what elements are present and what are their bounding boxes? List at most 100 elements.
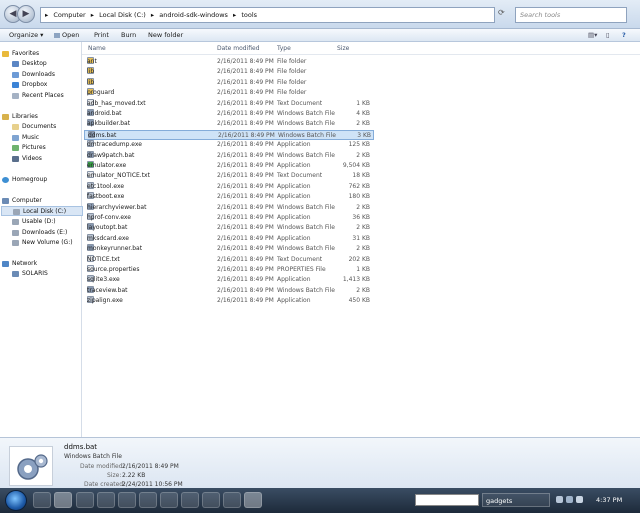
file-row[interactable]: dmtracedump.exe 2/16/2011 8:49 PM Applicat… — [84, 140, 374, 150]
file-row[interactable]: draw9patch.bat 2/16/2011 8:49 PM Windows B… — [84, 150, 374, 161]
nav-local-disk[interactable]: Local Disk (C:) — [1, 206, 83, 216]
file-row[interactable]: mksdcard.exe 2/16/2011 8:49 PM Application… — [84, 233, 374, 244]
videos-icon — [12, 155, 19, 162]
file-row[interactable]: etc1tool.exe 2/16/2011 8:49 PM Application… — [84, 181, 374, 192]
file-row[interactable]: zipalign.exe 2/16/2011 8:49 PM Application… — [84, 296, 374, 306]
file-row[interactable]: proguard 2/16/2011 8:49 PM File folder — [84, 88, 374, 98]
file-row[interactable]: emulator_NOTICE.txt 2/16/2011 8:49 PM Text… — [84, 171, 374, 181]
taskbar-app-icon[interactable] — [160, 492, 178, 508]
recent-places-icon — [12, 92, 19, 99]
drive-icon — [12, 218, 19, 225]
file-thumbnail — [9, 446, 53, 486]
taskbar-search-input[interactable] — [415, 494, 479, 506]
taskbar-vlc-icon[interactable] — [97, 492, 115, 508]
file-row[interactable]: android.bat 2/16/2011 8:49 PM Windows Batc… — [84, 109, 374, 119]
file-name-text: ant — [87, 58, 97, 65]
file-date: 2/16/2011 8:49 PM — [217, 203, 274, 211]
nav-label: Favorites — [12, 50, 40, 57]
drive-icon — [12, 229, 19, 236]
column-size[interactable]: Size — [337, 45, 349, 52]
search-input[interactable]: Search tools — [515, 7, 627, 23]
nav-network[interactable]: Network — [2, 259, 84, 269]
network-icon — [2, 260, 9, 267]
file-row[interactable]: layoutopt.bat 2/16/2011 8:49 PM Windows Ba… — [84, 223, 374, 233]
file-type: File folder — [277, 58, 307, 65]
file-row[interactable]: hierarchyviewer.bat 2/16/2011 8:49 PM Wind… — [84, 202, 374, 213]
library-icon — [2, 113, 9, 120]
file-row[interactable]: lib 2/16/2011 8:49 PM File folder — [84, 77, 374, 88]
nav-label: Recent Places — [22, 92, 64, 99]
downloads-icon — [12, 71, 19, 78]
taskbar-clock[interactable]: 4:37 PM — [596, 493, 622, 507]
column-type[interactable]: Type — [277, 45, 291, 52]
column-name[interactable]: Name — [88, 45, 106, 52]
details-size-value: 2.22 KB — [122, 472, 146, 479]
file-row[interactable]: monkeyrunner.bat 2/16/2011 8:49 PM Windows… — [84, 244, 374, 254]
nav-libraries[interactable]: Libraries — [2, 112, 84, 122]
file-size: 125 KB — [348, 141, 370, 149]
nav-label: Downloads (E:) — [22, 229, 68, 236]
breadcrumb-item[interactable]: Local Disk (C:) — [99, 11, 146, 19]
file-row[interactable]: adb_has_moved.txt 2/16/2011 8:49 PM Text D… — [84, 98, 374, 109]
file-row[interactable]: source.properties 2/16/2011 8:49 PM PROPER… — [84, 265, 374, 275]
start-button[interactable] — [5, 490, 27, 511]
file-row[interactable]: traceview.bat 2/16/2011 8:49 PM Windows Ba… — [84, 285, 374, 296]
view-options-icon[interactable]: ▤▾ — [588, 29, 597, 41]
preview-pane-icon[interactable]: ▯ — [606, 29, 610, 41]
open-button[interactable]: Open — [54, 29, 79, 41]
file-row[interactable]: lib 2/16/2011 8:49 PM File folder — [84, 67, 374, 77]
taskbar-chat-icon[interactable] — [223, 492, 241, 508]
details-filetype: Windows Batch File — [64, 453, 122, 460]
file-row[interactable]: hprof-conv.exe 2/16/2011 8:49 PM Applicati… — [84, 213, 374, 223]
file-size: 180 KB — [348, 193, 370, 201]
forward-button[interactable]: ▶ — [17, 5, 35, 23]
breadcrumb-item[interactable]: android-sdk-windows — [159, 11, 228, 19]
file-row[interactable]: apkbuilder.bat 2/16/2011 8:49 PM Windows B… — [84, 119, 374, 129]
tray-flag-icon[interactable] — [556, 496, 563, 503]
taskbar-app-icon[interactable] — [202, 492, 220, 508]
navigation-pane: Favorites Desktop Downloads Dropbox Rece… — [0, 42, 84, 437]
file-name-text: etc1tool.exe — [87, 182, 125, 190]
organize-button[interactable]: Organize ▾ — [9, 29, 43, 41]
file-date: 2/16/2011 8:49 PM — [217, 255, 274, 263]
file-list: Name Date modified Type Size ant 2/16/201… — [82, 42, 640, 437]
breadcrumb-item[interactable]: tools — [241, 11, 257, 19]
help-icon[interactable]: ? — [622, 29, 626, 41]
new-folder-button[interactable]: New folder — [148, 29, 183, 41]
nav-homegroup[interactable]: Homegroup — [2, 175, 84, 185]
file-type: File folder — [277, 89, 307, 97]
details-modified-value: 2/16/2011 8:49 PM — [122, 463, 179, 470]
taskbar-paint-icon[interactable] — [118, 492, 136, 508]
file-size: 36 KB — [352, 214, 370, 221]
file-row[interactable]: emulator.exe 2/16/2011 8:49 PM Application… — [84, 161, 374, 171]
file-row[interactable]: sqlite3.exe 2/16/2011 8:49 PM Application 1… — [84, 275, 374, 285]
column-date-modified[interactable]: Date modified — [217, 45, 260, 52]
taskbar-ie-icon[interactable] — [33, 492, 51, 508]
taskbar-gadgets-button[interactable]: gadgets — [482, 493, 550, 507]
file-date: 2/16/2011 8:49 PM — [217, 110, 274, 117]
file-size: 9,504 KB — [342, 162, 370, 169]
taskbar-media-icon[interactable] — [76, 492, 94, 508]
refresh-icon[interactable]: ⟳ — [498, 8, 505, 17]
breadcrumb[interactable]: ▸ Computer ▸ Local Disk (C:) ▸ android-s… — [40, 7, 495, 23]
print-button[interactable]: Print — [94, 29, 109, 41]
file-row[interactable]: fastboot.exe 2/16/2011 8:49 PM Application… — [84, 192, 374, 202]
file-row[interactable]: NOTICE.txt 2/16/2011 8:49 PM Text Document… — [84, 254, 374, 265]
burn-button[interactable]: Burn — [121, 29, 136, 41]
taskbar-explorer-icon[interactable] — [54, 492, 72, 508]
taskbar-app-icon[interactable] — [244, 492, 262, 508]
file-row[interactable]: ant 2/16/2011 8:49 PM File folder — [84, 57, 374, 67]
file-type: Application — [277, 214, 311, 221]
taskbar-app-icon[interactable] — [139, 492, 157, 508]
tray-network-icon[interactable] — [566, 496, 573, 503]
documents-icon — [12, 123, 19, 130]
taskbar-app-icon[interactable] — [181, 492, 199, 508]
tray-volume-icon[interactable] — [576, 496, 583, 503]
file-row[interactable]: ddms.bat 2/16/2011 8:49 PM Windows Batch F… — [84, 129, 374, 140]
breadcrumb-arrow-icon: ▸ — [90, 11, 95, 19]
file-type: Text Document — [277, 99, 323, 107]
nav-favorites[interactable]: Favorites — [2, 49, 84, 59]
breadcrumb-item[interactable]: Computer — [53, 11, 85, 19]
nav-computer[interactable]: Computer — [2, 196, 84, 206]
gears-icon — [17, 454, 48, 480]
